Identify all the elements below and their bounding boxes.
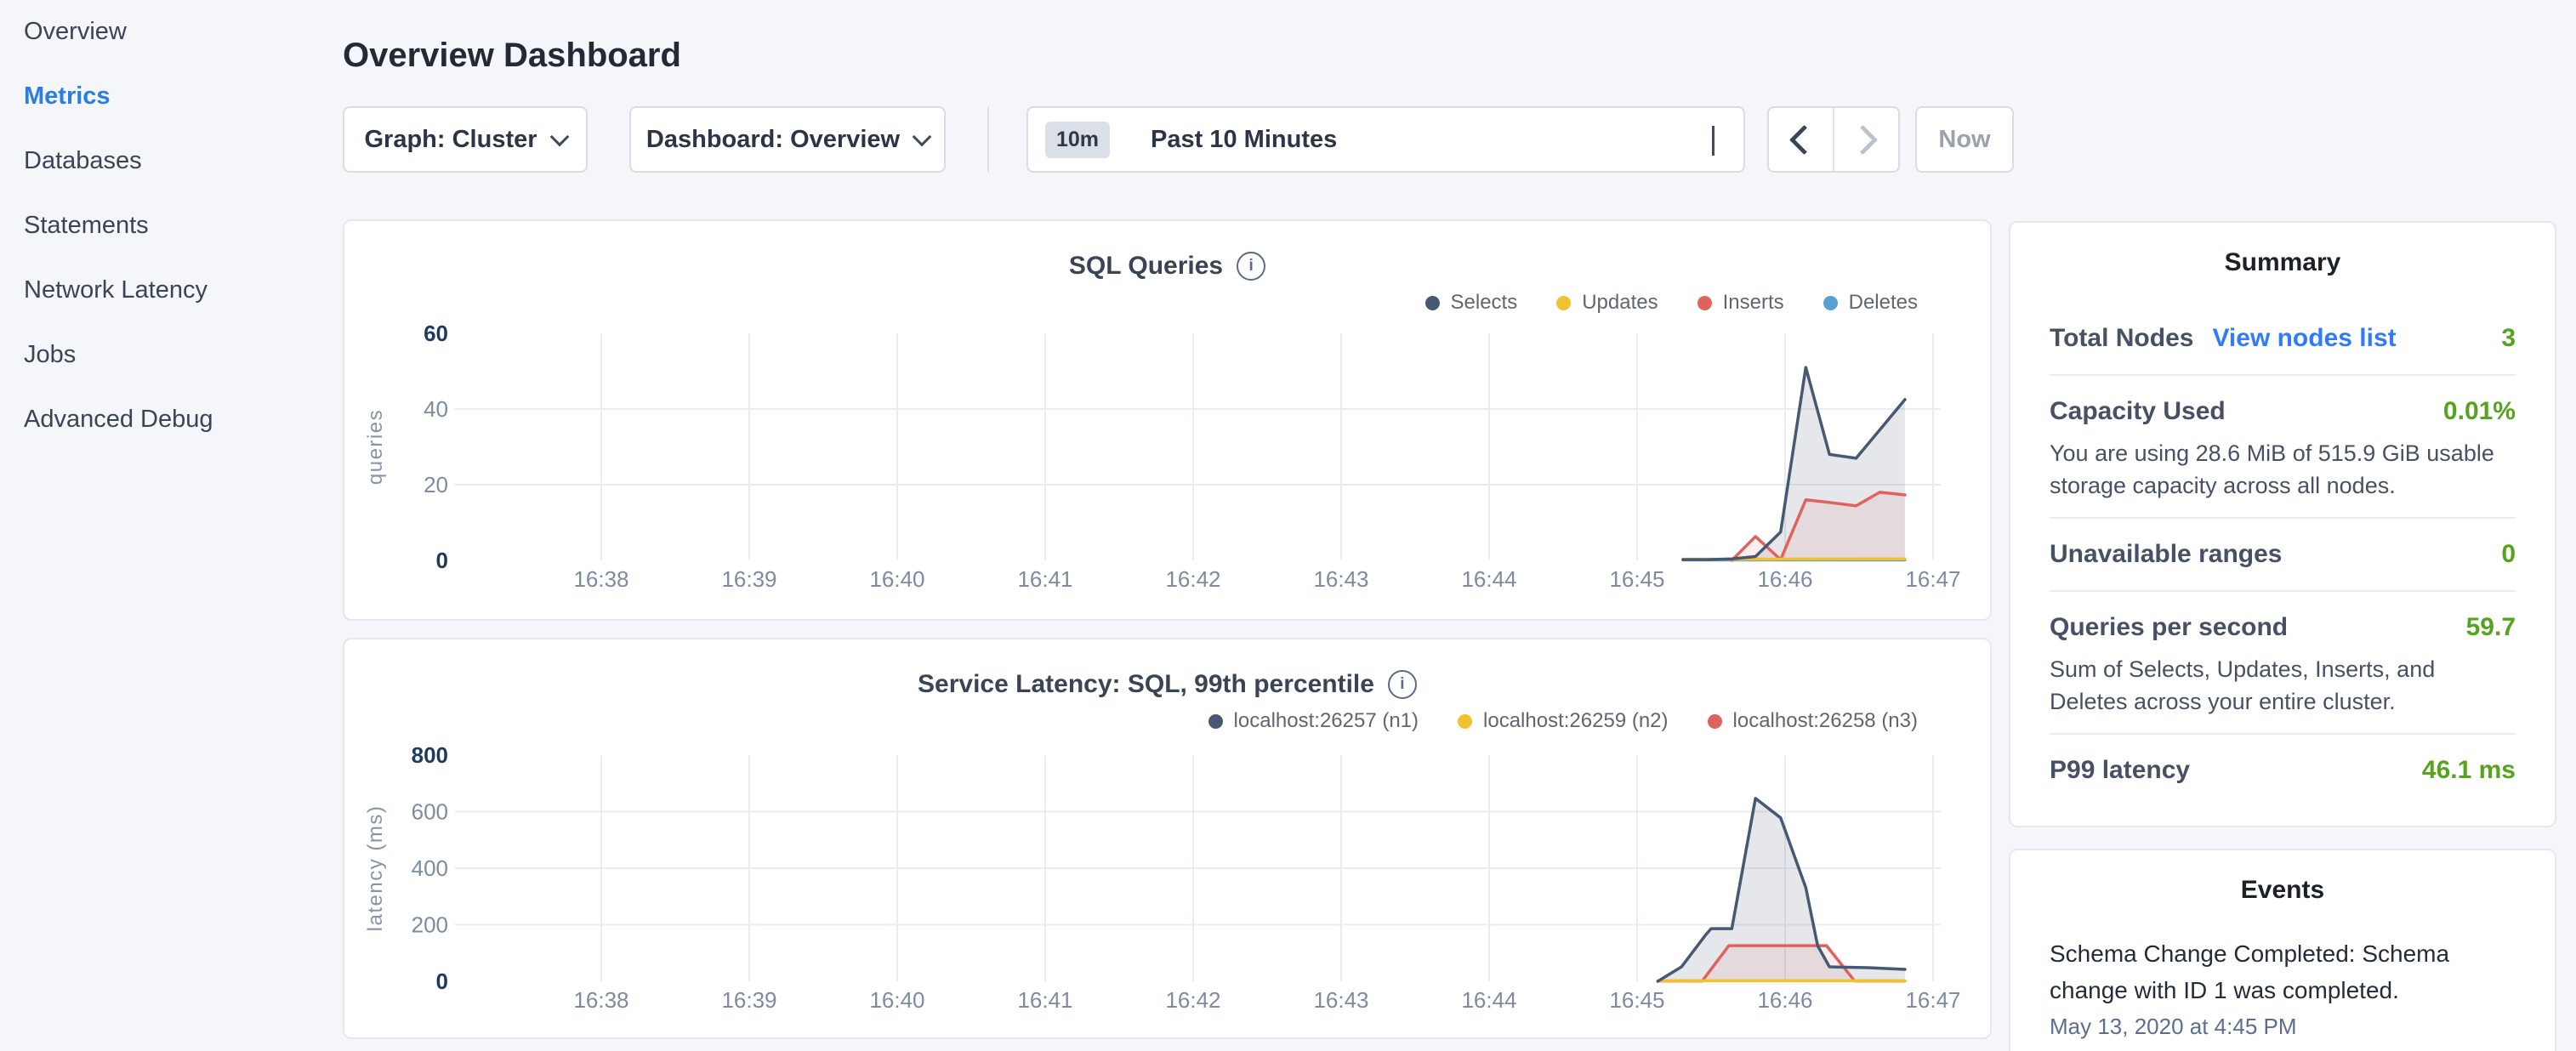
svg-text:16:42: 16:42 (1165, 987, 1220, 1013)
prev-time-button[interactable] (1769, 108, 1833, 171)
svg-text:600: 600 (412, 799, 448, 825)
svg-text:16:46: 16:46 (1757, 987, 1812, 1013)
graph-dropdown[interactable]: Graph: Cluster (343, 106, 588, 173)
event-message[interactable]: Schema Change Completed: Schema change w… (2050, 935, 2516, 1008)
svg-text:0: 0 (436, 548, 448, 573)
capacity-label: Capacity Used (2050, 397, 2226, 426)
unavailable-ranges-row: Unavailable ranges 0 (2050, 537, 2516, 571)
svg-text:16:42: 16:42 (1165, 566, 1220, 592)
capacity-row: Capacity Used 0.01% (2050, 395, 2516, 429)
svg-text:16:43: 16:43 (1313, 987, 1368, 1013)
svg-text:16:45: 16:45 (1609, 987, 1664, 1013)
svg-text:0: 0 (436, 969, 448, 994)
view-nodes-list-link[interactable]: View nodes list (2212, 324, 2396, 353)
time-step-button-group (1767, 106, 1900, 173)
dashboard-dropdown[interactable]: Dashboard: Overview (629, 106, 946, 173)
unavailable-ranges-label: Unavailable ranges (2050, 540, 2282, 569)
sql-queries-chart-card: SQL Queries i SelectsUpdatesInsertsDelet… (343, 219, 1992, 621)
time-range-label: Past 10 Minutes (1151, 126, 1337, 154)
axis-labels: 0 20 40 60 16:38 16:39 16:40 16:41 16:42 16:43 16:… (364, 321, 1961, 592)
svg-text:16:44: 16:44 (1461, 566, 1516, 592)
graph-dropdown-label: Graph: Cluster (364, 126, 537, 154)
now-button[interactable]: Now (1915, 106, 2014, 173)
svg-text:16:39: 16:39 (721, 566, 776, 592)
svg-text:16:47: 16:47 (1905, 566, 1960, 592)
p99-latency-value: 46.1 ms (2422, 756, 2516, 785)
sidebar-item-databases[interactable]: Databases (0, 146, 323, 175)
total-nodes-row: Total Nodes View nodes list 3 (2050, 321, 2516, 355)
divider (2050, 733, 2516, 735)
chevron-down-icon (1712, 126, 1714, 154)
svg-text:16:44: 16:44 (1461, 987, 1516, 1013)
unavailable-ranges-value: 0 (2501, 540, 2516, 569)
svg-text:16:39: 16:39 (721, 987, 776, 1013)
service-latency-chart-card: Service Latency: SQL, 99th percentile i … (343, 638, 1992, 1039)
sidebar-item-overview[interactable]: Overview (0, 17, 323, 46)
next-time-button[interactable] (1833, 108, 1898, 171)
time-range-badge: 10m (1045, 122, 1110, 158)
svg-text:latency (ms): latency (ms) (364, 805, 387, 932)
summary-title: Summary (2050, 223, 2516, 277)
qps-description: Sum of Selects, Updates, Inserts, and De… (2050, 653, 2516, 718)
svg-text:16:40: 16:40 (869, 987, 924, 1013)
capacity-description: You are using 28.6 MiB of 515.9 GiB usab… (2050, 437, 2516, 502)
toolbar-divider (987, 107, 989, 172)
divider (2050, 374, 2516, 376)
divider (2050, 517, 2516, 519)
svg-text:16:40: 16:40 (869, 566, 924, 592)
series-fills (1658, 798, 1905, 981)
svg-text:60: 60 (424, 321, 448, 346)
svg-text:400: 400 (412, 855, 448, 881)
service-latency-chart: 0 200 400 600 800 16:38 16:39 16:40 16:41 16:42 16… (344, 639, 1993, 1041)
sidebar-item-advanced-debug[interactable]: Advanced Debug (0, 405, 323, 434)
page-title: Overview Dashboard (343, 35, 681, 76)
total-nodes-value: 3 (2501, 324, 2516, 353)
summary-panel: Summary Total Nodes View nodes list 3 Ca… (2009, 221, 2556, 827)
svg-text:40: 40 (424, 396, 448, 422)
svg-text:20: 20 (424, 472, 448, 497)
sidebar-item-network-latency[interactable]: Network Latency (0, 276, 323, 304)
p99-latency-label: P99 latency (2050, 756, 2190, 785)
event-timestamp: May 13, 2020 at 4:45 PM (2050, 1014, 2516, 1040)
sidebar-item-jobs[interactable]: Jobs (0, 340, 323, 369)
svg-text:16:38: 16:38 (573, 987, 628, 1013)
svg-text:16:41: 16:41 (1017, 566, 1072, 592)
chevron-right-icon (1848, 124, 1878, 154)
qps-value: 59.7 (2466, 613, 2516, 642)
svg-text:200: 200 (412, 912, 448, 938)
svg-text:queries: queries (364, 409, 387, 485)
app-root: Overview Metrics Databases Statements Networ… (0, 0, 2576, 1051)
chevron-left-icon (1789, 124, 1819, 154)
grid-lines (455, 333, 1941, 560)
dashboard-dropdown-label: Dashboard: Overview (646, 126, 900, 154)
svg-text:16:43: 16:43 (1313, 566, 1368, 592)
now-button-label: Now (1938, 126, 1990, 154)
qps-row: Queries per second 59.7 (2050, 611, 2516, 645)
sidebar-item-statements[interactable]: Statements (0, 211, 323, 240)
svg-text:16:47: 16:47 (1905, 987, 1960, 1013)
divider (2050, 590, 2516, 592)
svg-text:16:45: 16:45 (1609, 566, 1664, 592)
p99-latency-row: P99 latency 46.1 ms (2050, 753, 2516, 787)
capacity-value: 0.01% (2443, 397, 2516, 426)
time-range-dropdown[interactable]: 10m Past 10 Minutes (1026, 106, 1745, 173)
chevron-down-icon (549, 128, 569, 147)
sql-queries-chart: 0 20 40 60 16:38 16:39 16:40 16:41 16:42 16:43 16:… (344, 221, 1993, 622)
svg-text:800: 800 (412, 742, 448, 768)
svg-text:16:38: 16:38 (573, 566, 628, 592)
sidebar-nav: Overview Metrics Databases Statements Networ… (0, 0, 323, 469)
svg-text:16:41: 16:41 (1017, 987, 1072, 1013)
events-panel: Events Schema Change Completed: Schema c… (2009, 849, 2556, 1051)
total-nodes-label: Total Nodes (2050, 324, 2193, 353)
qps-label: Queries per second (2050, 613, 2288, 642)
svg-text:16:46: 16:46 (1757, 566, 1812, 592)
events-title: Events (2050, 850, 2516, 905)
chevron-down-icon (913, 128, 932, 147)
sidebar-item-metrics[interactable]: Metrics (0, 82, 323, 111)
